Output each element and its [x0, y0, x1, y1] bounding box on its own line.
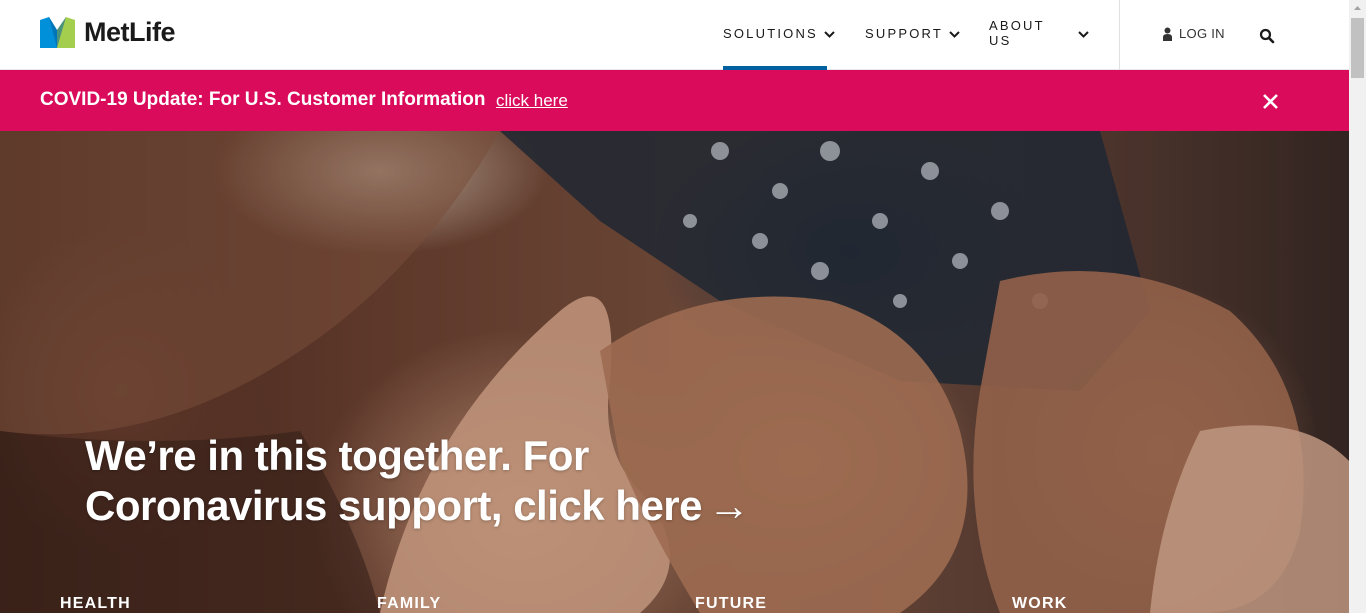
chevron-down-icon	[1078, 28, 1089, 39]
covid-alert-banner: COVID-19 Update: For U.S. Customer Infor…	[0, 70, 1349, 131]
category-work[interactable]: WORK	[1012, 595, 1067, 613]
nav-divider	[1119, 0, 1120, 70]
chevron-down-icon	[824, 28, 835, 39]
main-nav: SOLUTIONS SUPPORT ABOUT US	[723, 0, 1089, 70]
hero-coronavirus-support-link[interactable]: We’re in this together. For Coronavirus …	[85, 431, 785, 531]
chevron-down-icon	[949, 28, 960, 39]
login-link[interactable]: LOG IN	[1162, 26, 1225, 41]
nav-support-label: SUPPORT	[865, 25, 944, 41]
scroll-up-arrow-icon[interactable]	[1349, 0, 1366, 17]
logo-text: MetLife	[84, 17, 176, 47]
nav-about-us[interactable]: ABOUT US	[989, 0, 1089, 70]
search-icon[interactable]	[1259, 28, 1275, 44]
hero-title-text: We’re in this together. For Coronavirus …	[85, 432, 703, 529]
category-health[interactable]: HEALTH	[60, 595, 131, 613]
hero-background-image	[0, 131, 1349, 613]
scrollbar-thumb[interactable]	[1351, 18, 1364, 78]
login-label: LOG IN	[1179, 26, 1225, 41]
metlife-logo[interactable]: MetLife	[40, 17, 176, 48]
nav-about-us-label: ABOUT US	[989, 18, 1045, 48]
vertical-scrollbar[interactable]	[1349, 0, 1366, 613]
nav-solutions[interactable]: SOLUTIONS	[723, 0, 865, 70]
hero-section: We’re in this together. For Coronavirus …	[0, 131, 1349, 613]
nav-solutions-label: SOLUTIONS	[723, 25, 818, 41]
metlife-logo-icon	[40, 17, 75, 48]
arrow-right-icon: →	[708, 482, 750, 529]
close-icon[interactable]	[1262, 93, 1279, 110]
alert-text: COVID-19 Update: For U.S. Customer Infor…	[40, 89, 486, 110]
category-nav: HEALTH FAMILY FUTURE WORK	[0, 592, 1349, 613]
site-header: MetLife SOLUTIONS SUPPORT ABOUT US LOG I…	[0, 0, 1349, 70]
category-future[interactable]: FUTURE	[695, 595, 767, 613]
alert-click-here-link[interactable]: click here	[496, 91, 568, 111]
nav-support[interactable]: SUPPORT	[865, 0, 989, 70]
category-family[interactable]: FAMILY	[377, 595, 441, 613]
user-icon	[1162, 27, 1173, 41]
